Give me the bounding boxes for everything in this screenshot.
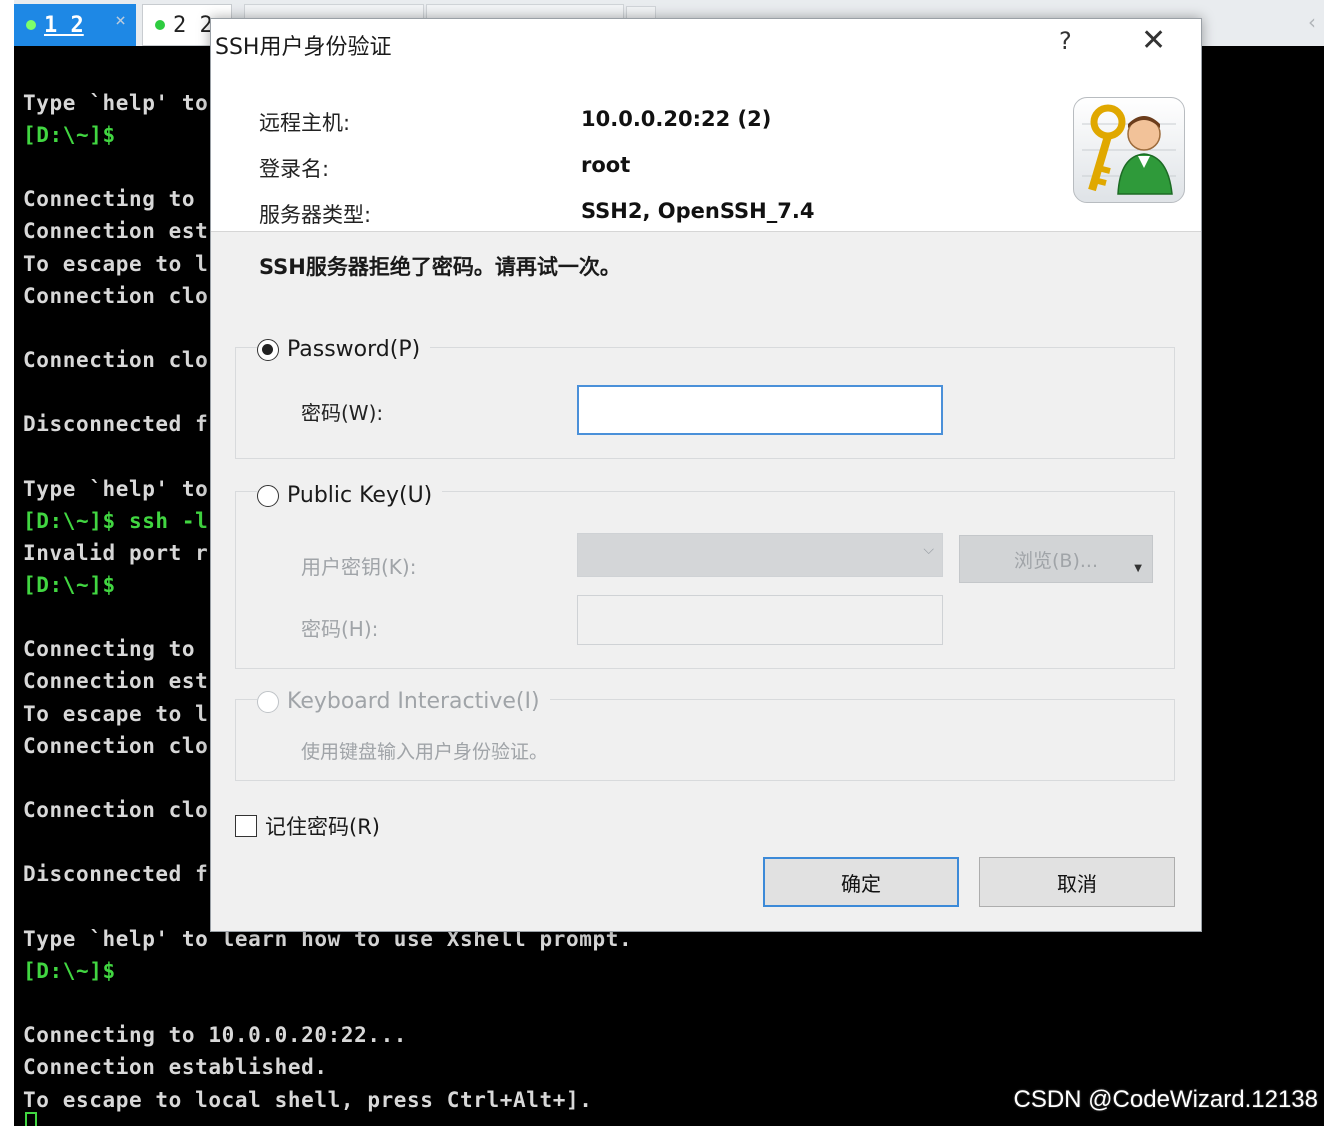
passphrase-input xyxy=(577,595,943,645)
terminal-line: Connection clo xyxy=(23,734,209,758)
terminal-line: Invalid port r xyxy=(23,541,209,565)
terminal-prompt: [D:\~]$ xyxy=(23,959,116,983)
terminal-line: Connection est xyxy=(23,219,209,243)
browse-button-label: 浏览(B)... xyxy=(1014,549,1098,572)
user-key-label: 用户密钥(K): xyxy=(301,555,417,579)
chevron-down-icon: ⌵ xyxy=(923,542,934,558)
terminal-line: Connecting to xyxy=(23,637,196,661)
server-type-label: 服务器类型: xyxy=(259,203,372,227)
chevron-left-icon[interactable]: ‹ xyxy=(1308,10,1316,34)
close-button[interactable]: ✕ xyxy=(1141,23,1166,58)
login-name-label: 登录名: xyxy=(259,157,330,181)
tab-close-icon[interactable]: × xyxy=(115,10,126,31)
user-key-icon xyxy=(1073,97,1185,203)
terminal-prompt: [D:\~]$ xyxy=(23,123,116,147)
terminal-line: Connection established. xyxy=(23,1055,328,1079)
password-radio-label: Password(P) xyxy=(287,337,421,362)
terminal-line: Type `help' to xyxy=(23,91,209,115)
terminal-line: Connecting to xyxy=(23,187,196,211)
terminal-line: To escape to l xyxy=(23,252,209,276)
remember-password-label: 记住密码(R) xyxy=(265,815,380,839)
radio-selected-icon[interactable] xyxy=(257,338,279,361)
remote-host-label: 远程主机: xyxy=(259,111,351,135)
keyboard-interactive-radio: Keyboard Interactive(I) xyxy=(257,689,550,714)
terminal-line: To escape to local shell, press Ctrl+Alt… xyxy=(23,1088,593,1112)
keyboard-interactive-label: Keyboard Interactive(I) xyxy=(287,689,540,714)
checkbox-icon[interactable] xyxy=(235,815,257,837)
terminal-line: Disconnected f xyxy=(23,862,209,886)
connection-info: 远程主机: 10.0.0.20:22 (2) 登录名: root 服务器类型: … xyxy=(211,67,1201,232)
dropdown-arrow-icon: ▼ xyxy=(1134,563,1142,574)
terminal-line: Connecting to 10.0.0.20:22... xyxy=(23,1023,408,1047)
terminal-line: Connection clo xyxy=(23,348,209,372)
keyboard-interactive-description: 使用键盘输入用户身份验证。 xyxy=(301,741,549,763)
browse-button: 浏览(B)... ▼ xyxy=(959,535,1153,583)
remote-host-value: 10.0.0.20:22 (2) xyxy=(581,107,772,131)
passphrase-label: 密码(H): xyxy=(301,617,379,641)
dialog-titlebar[interactable]: SSH用户身份验证 ? ✕ xyxy=(211,19,1201,67)
public-key-radio[interactable]: Public Key(U) xyxy=(257,483,443,508)
error-message: SSH服务器拒绝了密码。请再试一次。 xyxy=(259,255,621,279)
terminal-line: Connection clo xyxy=(23,284,209,308)
terminal-line: Type `help' to xyxy=(23,477,209,501)
tab-session-1[interactable]: 1 2 × xyxy=(14,4,136,46)
public-key-radio-label: Public Key(U) xyxy=(287,483,433,508)
ok-button[interactable]: 确定 xyxy=(763,857,959,907)
radio-unselected-icon[interactable] xyxy=(257,484,279,507)
terminal-prompt: [D:\~]$ ssh -l xyxy=(23,509,209,533)
terminal-cursor xyxy=(25,1112,37,1126)
tab-label: 2 2 xyxy=(173,12,213,38)
terminal-line: Connection clo xyxy=(23,798,209,822)
cancel-button[interactable]: 取消 xyxy=(979,857,1175,907)
tab-label: 1 2 xyxy=(44,12,84,38)
terminal-line: Disconnected f xyxy=(23,412,209,436)
connected-status-icon xyxy=(155,20,165,30)
connected-status-icon xyxy=(26,20,36,30)
terminal-prompt: [D:\~]$ xyxy=(23,573,116,597)
user-key-select: ⌵ xyxy=(577,533,943,577)
password-field-label: 密码(W): xyxy=(301,401,384,425)
help-button[interactable]: ? xyxy=(1059,27,1072,55)
dialog-title: SSH用户身份验证 xyxy=(215,35,392,60)
login-name-value: root xyxy=(581,153,631,177)
terminal-line: To escape to l xyxy=(23,702,209,726)
password-input[interactable] xyxy=(577,385,943,435)
watermark: CSDN @CodeWizard.12138 xyxy=(1013,1086,1319,1113)
server-type-value: SSH2, OpenSSH_7.4 xyxy=(581,199,815,223)
terminal-line: Connection est xyxy=(23,669,209,693)
remember-password-checkbox[interactable]: 记住密码(R) xyxy=(235,811,380,841)
ssh-auth-dialog: SSH用户身份验证 ? ✕ 远程主机: 10.0.0.20:22 (2) 登录名… xyxy=(210,18,1202,932)
password-radio[interactable]: Password(P) xyxy=(257,337,431,362)
radio-disabled-icon xyxy=(257,690,279,713)
